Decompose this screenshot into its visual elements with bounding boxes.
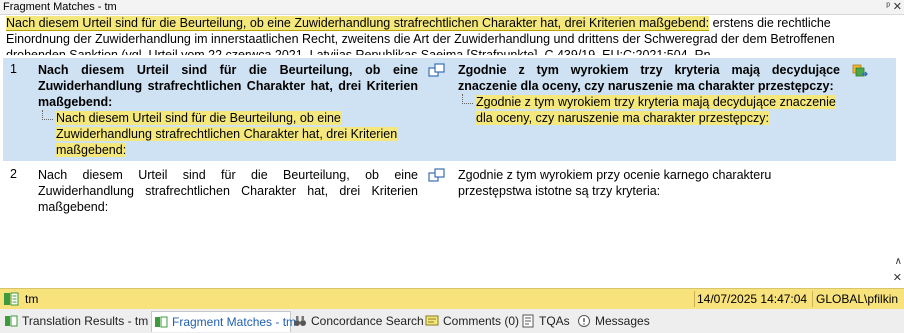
fragment-compare-icon[interactable]	[428, 168, 446, 182]
bottom-tabs: Translation Results - tm Fragment Matche…	[0, 309, 904, 333]
fragment-matches-icon	[155, 316, 168, 328]
match-source-text: Nach diesem Urteil sind für die Beurteil…	[38, 63, 418, 109]
pin-icon[interactable]: ᵖ	[886, 0, 890, 14]
match-target: Zgodnie z tym wyrokiem przy ocenie karne…	[458, 167, 840, 199]
panel-title-bar: Fragment Matches - tm ᵖ ✕	[0, 0, 904, 15]
messages-icon	[578, 315, 590, 327]
tab-comments[interactable]: Comments (0)	[425, 311, 519, 331]
target-fragment: Zgodnie z tym wyrokiem trzy kryteria maj…	[458, 94, 840, 126]
target-fragment-text: Zgodnie z tym wyrokiem trzy kryteria maj…	[476, 95, 836, 125]
tab-translation-results[interactable]: Translation Results - tm	[4, 311, 150, 331]
match-row-2[interactable]: 2 Nach diesem Urteil sind für die Beurte…	[3, 163, 896, 223]
status-separator	[812, 291, 813, 307]
fragment-compare-icon[interactable]	[428, 63, 446, 77]
match-target-text: Zgodnie z tym wyrokiem przy ocenie karne…	[458, 168, 772, 198]
match-date: 14/07/2025 14:47:04	[697, 292, 808, 306]
source-context: Nach diesem Urteil sind für die Beurteil…	[6, 15, 896, 55]
match-index: 2	[10, 167, 17, 181]
tree-connector-icon	[462, 94, 473, 104]
match-row-1[interactable]: 1 Nach diesem Urteil sind für die Beurte…	[3, 58, 896, 161]
fragment-matches-list[interactable]: 1 Nach diesem Urteil sind für die Beurte…	[0, 58, 898, 286]
close-icon[interactable]: ✕	[893, 271, 902, 284]
tab-concordance-search[interactable]: Concordance Search	[293, 311, 424, 331]
source-context-highlight: Nach diesem Urteil sind für die Beurteil…	[6, 16, 710, 31]
match-index: 1	[10, 62, 17, 76]
apply-match-icon[interactable]	[852, 64, 868, 78]
status-separator	[694, 291, 695, 307]
match-user: GLOBAL\pfilkin	[816, 292, 899, 306]
binoculars-icon	[294, 316, 306, 326]
match-source-text: Nach diesem Urteil sind für die Beurteil…	[38, 168, 418, 214]
status-bar: tm 14/07/2025 14:47:04 GLOBAL\pfilkin	[0, 288, 904, 310]
match-source: Nach diesem Urteil sind für die Beurteil…	[38, 167, 418, 215]
source-fragment-text: Nach diesem Urteil sind für die Beurteil…	[56, 111, 398, 157]
tree-connector-icon	[42, 110, 53, 120]
close-icon[interactable]: ✕	[893, 0, 902, 14]
match-target: Zgodnie z tym wyrokiem trzy kryteria maj…	[458, 62, 840, 126]
translation-results-icon	[5, 315, 18, 327]
comments-icon	[425, 315, 439, 326]
match-target-text: Zgodnie z tym wyrokiem trzy kryteria maj…	[458, 63, 840, 93]
tab-tqas[interactable]: TQAs	[521, 311, 575, 331]
panel-title: Fragment Matches - tm	[3, 1, 117, 13]
chevron-up-icon[interactable]: ∧	[895, 256, 902, 267]
tab-fragment-matches[interactable]: Fragment Matches - tm	[151, 311, 296, 332]
match-source: Nach diesem Urteil sind für die Beurteil…	[38, 62, 418, 158]
source-fragment: Nach diesem Urteil sind für die Beurteil…	[38, 110, 418, 158]
tab-messages[interactable]: Messages	[577, 311, 650, 331]
tm-name: tm	[25, 292, 39, 306]
tqa-icon	[522, 314, 534, 328]
translation-memory-icon	[4, 292, 19, 306]
